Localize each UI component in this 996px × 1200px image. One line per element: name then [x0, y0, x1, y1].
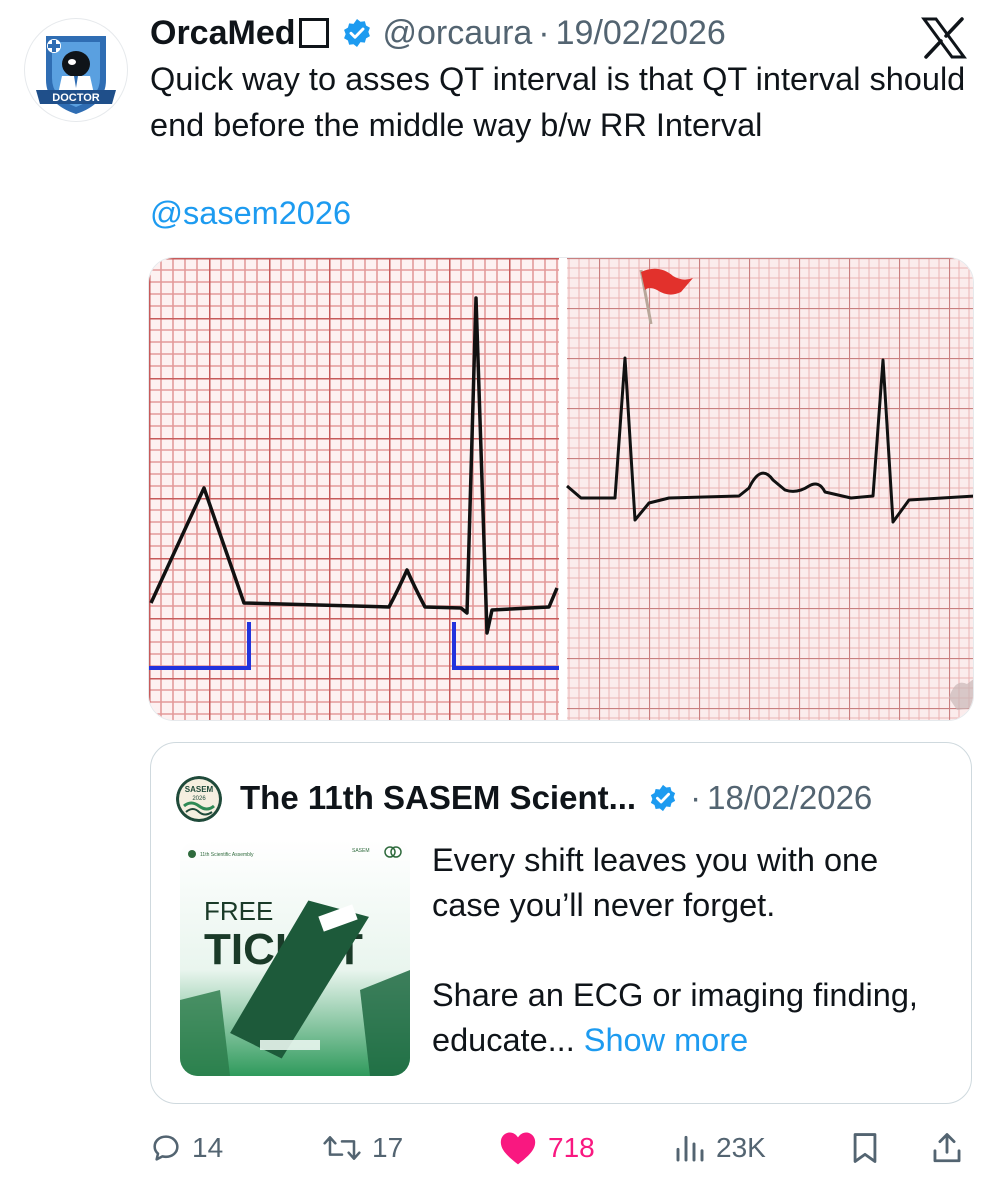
verified-badge-icon	[343, 19, 370, 47]
share-icon	[933, 1133, 961, 1163]
views-count: 23K	[716, 1132, 766, 1163]
sasem-logo-year: 2026	[192, 796, 206, 802]
quote-header: The 11th SASEM Scient... · 18/02/2026	[240, 774, 872, 822]
author-avatar[interactable]: DOCTOR	[24, 18, 128, 122]
verified-badge-icon	[650, 784, 676, 812]
views-button[interactable]: 23K	[674, 1120, 766, 1176]
repost-icon	[323, 1136, 361, 1160]
separator-dot: ·	[538, 13, 550, 52]
views-icon	[676, 1135, 704, 1162]
repost-count: 17	[372, 1132, 404, 1163]
x-logo-icon[interactable]	[920, 16, 968, 60]
action-bar: 14 17 718 23K	[150, 1120, 976, 1176]
ecg-images	[149, 258, 973, 720]
ecg-grid-left	[149, 258, 559, 720]
quote-paragraph-1: Every shift leaves you with one case you…	[432, 842, 879, 923]
avatar-label: DOCTOR	[52, 92, 100, 104]
separator-dot: ·	[690, 779, 702, 816]
sasem-logo: SASEM 2026	[176, 776, 222, 822]
reply-icon	[153, 1135, 179, 1161]
post-media[interactable]	[148, 257, 974, 721]
ecg-grid-right	[567, 258, 973, 720]
repost-button[interactable]: 17	[322, 1120, 403, 1176]
poster-free-text: FREE	[204, 896, 273, 926]
reply-count: 14	[192, 1132, 224, 1163]
quote-author-name[interactable]: The 11th SASEM Scient...	[240, 779, 636, 817]
poster-small-text-2: SASEM	[352, 848, 370, 854]
share-button[interactable]	[930, 1120, 964, 1176]
quote-author-avatar[interactable]: SASEM 2026	[176, 776, 222, 822]
sasem-logo-text: SASEM	[185, 785, 214, 794]
square-emoji-icon	[298, 18, 329, 48]
free-ticket-poster: 11th Scientific Assembly SASEM FREE TICK…	[180, 840, 410, 1076]
bookmark-button[interactable]	[848, 1120, 882, 1176]
author-handle[interactable]: @orcaura	[383, 14, 533, 53]
author-name[interactable]: OrcaMed	[150, 14, 296, 53]
quote-text: Every shift leaves you with one case you…	[432, 838, 952, 1063]
like-button[interactable]: 718	[498, 1120, 595, 1176]
post-date[interactable]: 19/02/2026	[556, 14, 726, 53]
show-more-link[interactable]: Show more	[584, 1022, 748, 1058]
doctor-orca-logo: DOCTOR	[36, 36, 116, 114]
mention-link[interactable]: @sasem2026	[150, 195, 351, 232]
like-icon	[500, 1132, 536, 1165]
quote-thumbnail[interactable]: 11th Scientific Assembly SASEM FREE TICK…	[180, 840, 410, 1076]
bookmark-icon	[853, 1133, 877, 1163]
post-text: Quick way to asses QT interval is that Q…	[150, 61, 966, 143]
poster-small-text-1: 11th Scientific Assembly	[200, 852, 254, 858]
reply-button[interactable]: 14	[150, 1120, 223, 1176]
post-header: OrcaMed @orcaura · 19/02/2026	[150, 10, 726, 56]
quote-date[interactable]: 18/02/2026	[707, 779, 872, 817]
like-count: 718	[548, 1132, 595, 1163]
